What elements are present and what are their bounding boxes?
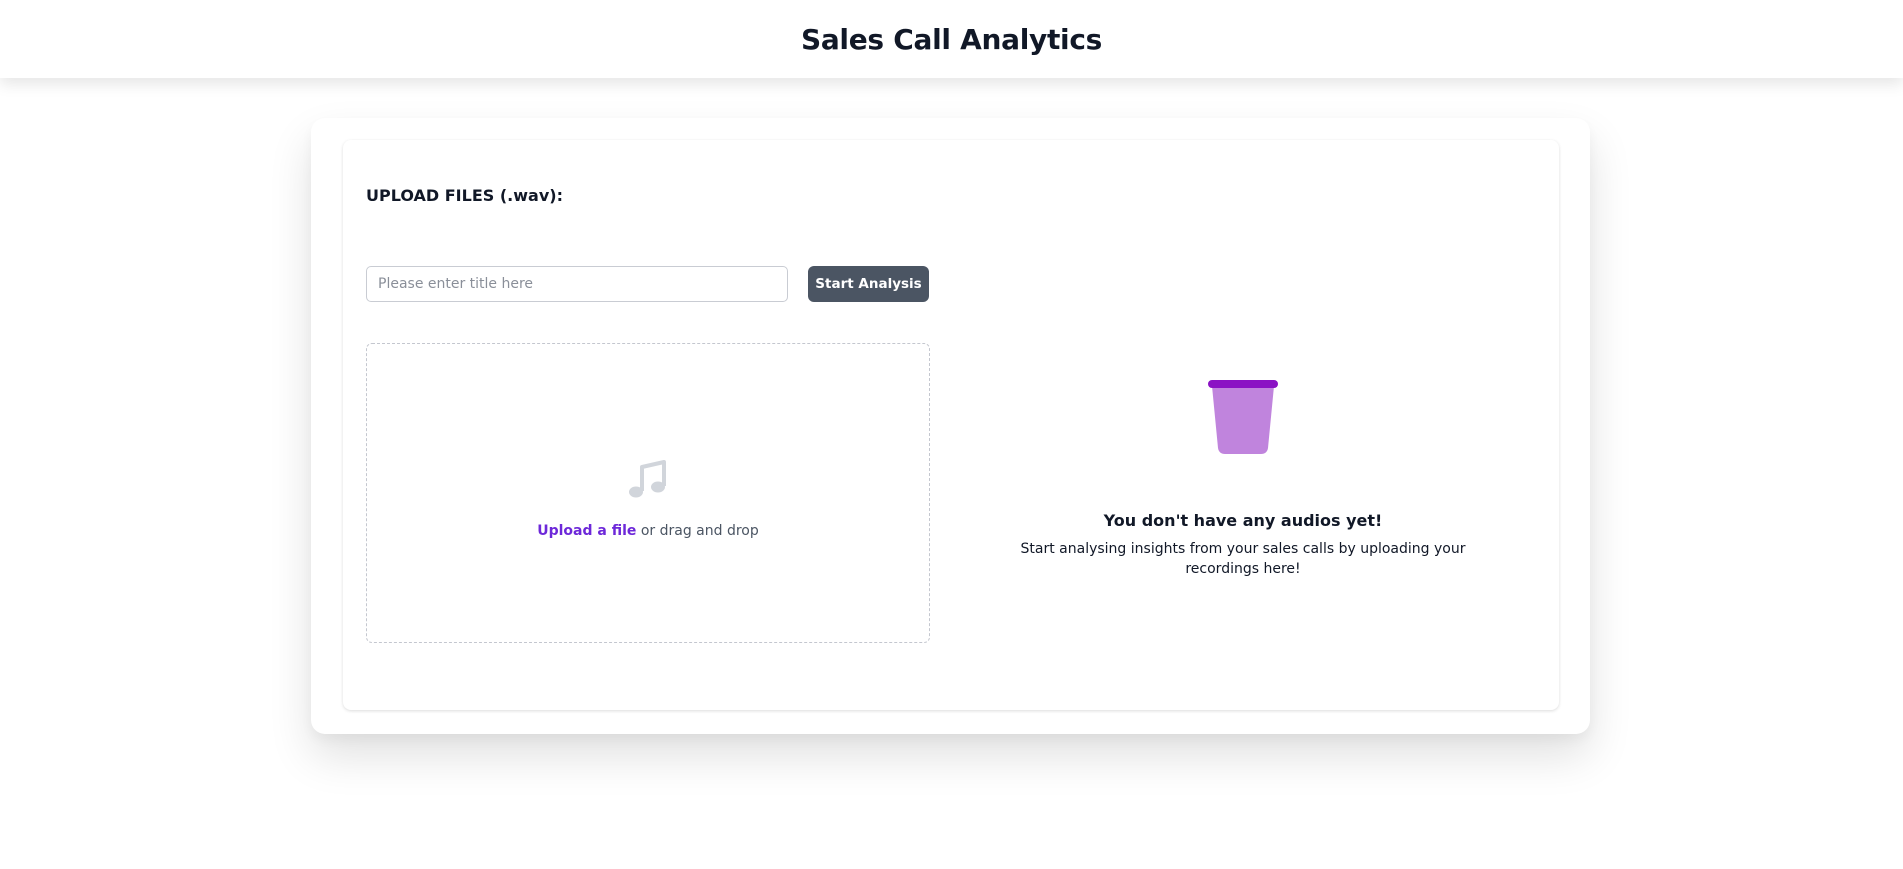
upload-file-link[interactable]: Upload a file [537, 523, 636, 539]
file-dropzone[interactable]: Upload a file or drag and drop [366, 343, 930, 643]
top-bar: Sales Call Analytics [0, 0, 1903, 78]
start-analysis-button[interactable]: Start Analysis [808, 266, 929, 302]
main-card: UPLOAD FILES (.wav): Start Analysis Uplo… [311, 118, 1590, 734]
drag-drop-text: or drag and drop [636, 523, 759, 539]
dropzone-text: Upload a file or drag and drop [537, 523, 759, 539]
page-title: Sales Call Analytics [800, 22, 1103, 56]
empty-bin-icon [1208, 380, 1278, 454]
music-note-icon [629, 460, 666, 498]
empty-state-description: Start analysing insights from your sales… [1020, 541, 1466, 577]
upload-panel: UPLOAD FILES (.wav): Start Analysis Uplo… [343, 140, 1559, 710]
empty-state: You don't have any audios yet! Start ana… [1003, 380, 1483, 579]
title-input[interactable] [366, 266, 788, 302]
empty-state-title: You don't have any audios yet! [1103, 511, 1383, 530]
upload-section-label: UPLOAD FILES (.wav): [366, 186, 563, 205]
